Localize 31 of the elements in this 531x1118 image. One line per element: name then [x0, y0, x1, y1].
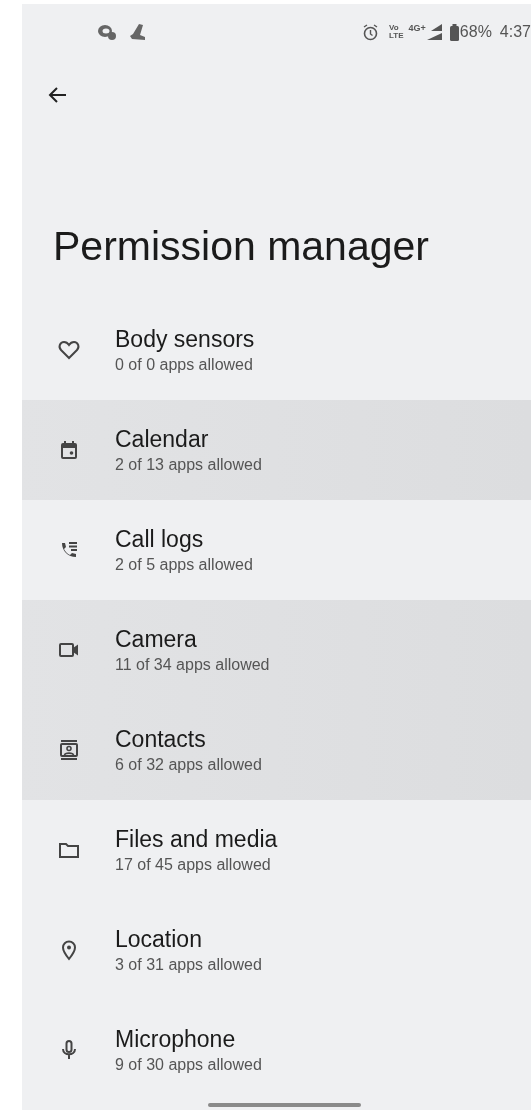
heart-icon: [56, 338, 81, 362]
permission-name: Files and media: [115, 825, 278, 854]
apps-allowed-count: 9 of 30 apps allowed: [115, 1055, 262, 1075]
volte-label: Vo: [389, 24, 400, 32]
clock-time: 4:37: [499, 22, 531, 42]
shoe-icon: [129, 23, 147, 41]
apps-allowed-count: 2 of 13 apps allowed: [115, 455, 262, 475]
battery-icon: [449, 23, 459, 41]
permission-name: Location: [115, 925, 203, 954]
apps-allowed-count: 0 of 0 apps allowed: [115, 355, 254, 375]
apps-allowed-count: 17 of 45 apps allowed: [115, 855, 272, 875]
permission-name: Microphone: [115, 1025, 237, 1054]
battery-percentage: 68%: [459, 22, 492, 42]
permission-name: Call logs: [115, 525, 205, 554]
permission-item[interactable]: Camera 11 of 34 apps allowed: [22, 600, 531, 700]
apps-allowed-count: 2 of 5 apps allowed: [115, 555, 253, 575]
alarm-icon: [362, 23, 380, 41]
apps-allowed-count: 6 of 32 apps allowed: [115, 755, 262, 775]
permission-item[interactable]: Contacts 6 of 32 apps allowed: [22, 700, 531, 800]
page-title: Permission manager: [53, 221, 429, 271]
permission-name: Calendar: [115, 425, 210, 454]
permission-name: Body sensors: [115, 325, 255, 354]
permission-name: Camera: [115, 625, 198, 654]
volte-label: LTE: [389, 32, 404, 40]
network-type-label: 4G+: [408, 22, 426, 35]
apps-allowed-count: 3 of 31 apps allowed: [115, 955, 262, 975]
app-notification-icon: [97, 23, 117, 41]
signal-icon: [425, 23, 442, 41]
permission-name: Contacts: [115, 725, 207, 754]
apps-allowed-count: 11 of 34 apps allowed: [115, 655, 270, 675]
permission-item[interactable]: Calendar 2 of 13 apps allowed: [22, 400, 531, 500]
